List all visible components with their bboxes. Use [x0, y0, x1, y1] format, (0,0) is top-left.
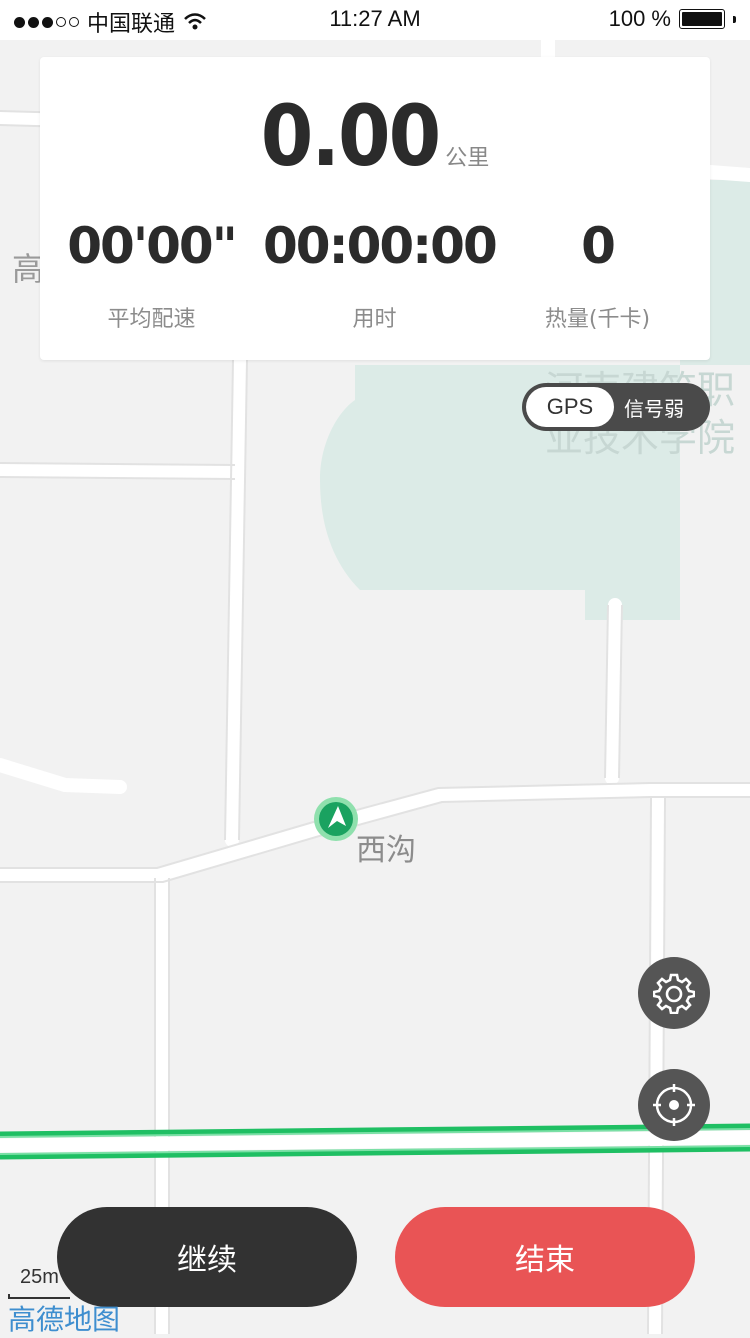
pace-value: 00'00"	[67, 217, 238, 275]
place-label: 西沟	[356, 833, 416, 868]
location-marker	[314, 797, 358, 841]
map-brand-logo[interactable]: 高德地图	[8, 1298, 120, 1338]
metric-calories: 0 热量(千卡)	[486, 217, 709, 333]
pace-label: 平均配速	[107, 307, 196, 332]
distance-unit: 公里	[445, 146, 490, 171]
continue-button[interactable]: 继续	[57, 1207, 357, 1307]
gps-status: 信号弱	[624, 396, 684, 421]
end-button[interactable]: 结束	[395, 1207, 695, 1307]
metric-duration: 00:00:00 用时	[263, 217, 498, 333]
locate-button[interactable]	[638, 1069, 710, 1141]
status-bar: 中国联通 11:27 AM 100 %	[0, 0, 750, 40]
map-scale-label: 25m	[20, 1266, 59, 1288]
duration-value: 00:00:00	[263, 217, 498, 275]
duration-label: 用时	[352, 307, 397, 332]
stats-card: 0.00 公里 00'00" 平均配速 00:00:00 用时 0 热量(千卡)	[40, 57, 710, 360]
gear-icon	[653, 973, 695, 1014]
gps-indicator: GPS 信号弱	[522, 383, 710, 431]
battery-info: 100 %	[609, 6, 736, 32]
distance-row: 0.00 公里	[40, 87, 710, 185]
calories-label: 热量(千卡)	[544, 307, 651, 332]
battery-percent: 100 %	[608, 6, 671, 31]
distance-value: 0.00	[260, 87, 441, 185]
calories-value: 0	[581, 217, 616, 275]
crosshair-icon	[653, 1084, 695, 1126]
battery-icon	[679, 9, 725, 29]
gps-tag: GPS	[526, 387, 614, 427]
settings-button[interactable]	[638, 957, 710, 1029]
metric-pace: 00'00" 平均配速	[40, 217, 263, 333]
